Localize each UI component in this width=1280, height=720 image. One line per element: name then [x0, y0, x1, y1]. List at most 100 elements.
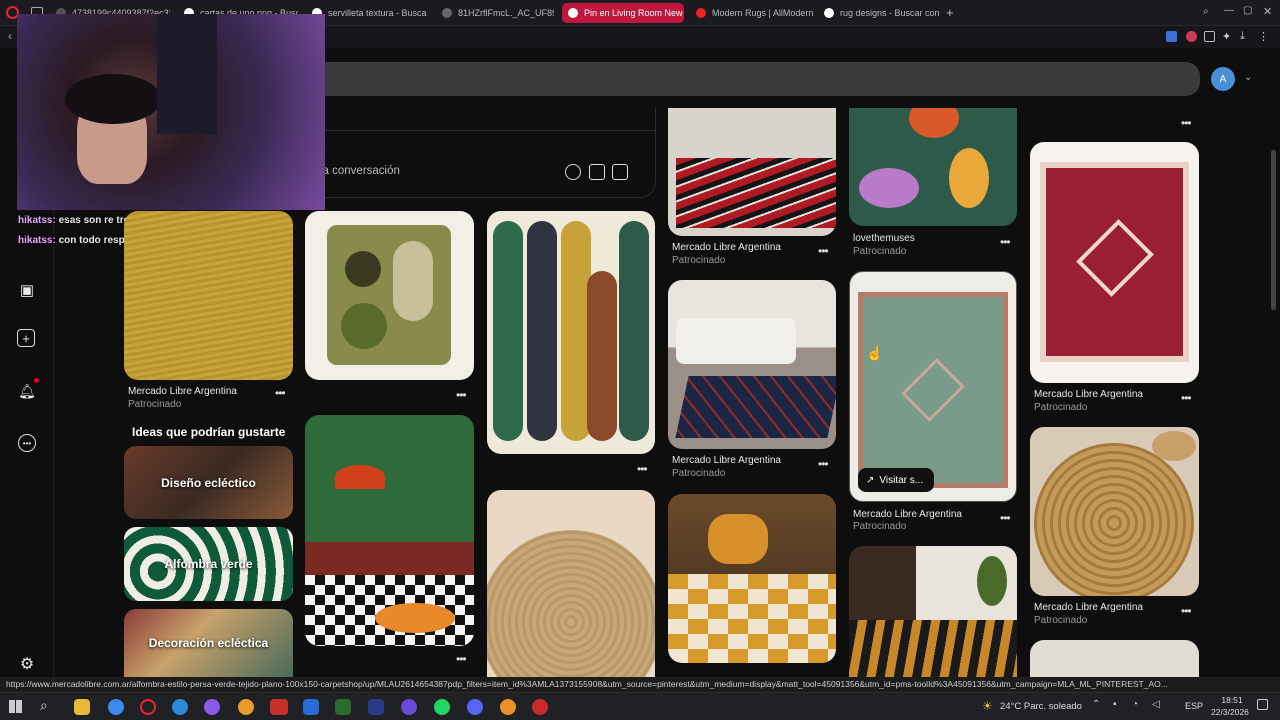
pin-image-green-persian-rug[interactable]: ↗ Visitar s...	[849, 271, 1017, 502]
minimize-icon[interactable]: —	[1224, 5, 1234, 16]
more-options-icon[interactable]: •••	[275, 386, 286, 400]
pin-image-koi-rug[interactable]	[849, 108, 1017, 226]
comment-input[interactable]: la conversación	[320, 165, 400, 177]
notification-center-icon[interactable]	[1257, 699, 1268, 710]
create-icon[interactable]: +	[17, 329, 35, 347]
messages-icon[interactable]: ▣	[18, 281, 36, 299]
extension-icon[interactable]	[1186, 31, 1197, 42]
clock-date[interactable]: 22/3/2026	[1205, 707, 1255, 717]
visit-site-button[interactable]: ↗ Visitar s...	[858, 468, 934, 492]
pin-image-round-jute-rug[interactable]	[1030, 427, 1199, 596]
idea-card[interactable]: Decoración ecléctica	[124, 609, 293, 677]
clock-time[interactable]: 18:51	[1214, 695, 1250, 705]
pin-image-geometric-rug[interactable]	[305, 211, 474, 380]
rug-circle	[341, 303, 387, 349]
video-editor-icon[interactable]	[270, 699, 288, 715]
avatar[interactable]: A	[1211, 67, 1235, 91]
pin-image-mustard-rug[interactable]	[124, 211, 293, 380]
app-icon[interactable]	[204, 699, 220, 715]
extension-icon[interactable]	[1166, 31, 1177, 42]
pin-image-striped-doormat[interactable]	[849, 546, 1017, 677]
pin-image-retro-room[interactable]	[305, 415, 474, 646]
notifications-icon[interactable]: 🔔︎	[18, 382, 36, 400]
more-options-icon[interactable]: •••	[818, 244, 829, 258]
pin-image-jute-rug[interactable]	[487, 490, 655, 677]
language-indicator[interactable]: ESP	[1185, 701, 1203, 711]
pin-source[interactable]: Mercado Libre Argentina	[672, 242, 781, 253]
new-tab-button[interactable]: +	[946, 5, 954, 20]
chrome-icon[interactable]	[108, 699, 124, 715]
pin-source[interactable]: Mercado Libre Argentina	[128, 386, 237, 397]
doormat	[849, 620, 1017, 677]
pin-image-red-persian-rug[interactable]	[1030, 142, 1199, 383]
more-options-icon[interactable]: •••	[456, 652, 467, 666]
sofa	[676, 318, 796, 364]
search-tabs-icon[interactable]: ⌕	[1203, 6, 1209, 17]
more-options-icon[interactable]: •••	[1000, 511, 1011, 525]
opera-icon[interactable]	[140, 699, 156, 715]
maximize-icon[interactable]: ▢	[1243, 5, 1252, 16]
settings-icon[interactable]: ⚙	[18, 655, 36, 673]
spotify-icon[interactable]	[434, 699, 450, 715]
puzzle-icon[interactable]: ✦	[1222, 30, 1231, 43]
more-options-icon[interactable]: •••	[1181, 116, 1192, 130]
close-window-icon[interactable]: ✕	[1263, 5, 1272, 18]
app-icon[interactable]	[401, 699, 417, 715]
more-options-icon[interactable]: •••	[456, 388, 467, 402]
tab-5-active[interactable]: Pin en Living Room New	[562, 3, 684, 23]
more-options-icon[interactable]: •••	[1000, 235, 1011, 249]
more-options-icon[interactable]: •••	[637, 462, 648, 476]
tab-6[interactable]: Modern Rugs | AllModern	[690, 3, 814, 23]
download-icon[interactable]: ⤓	[1240, 30, 1245, 43]
pin-source[interactable]: lovethemuses	[853, 233, 915, 244]
pin-image-striped-rug[interactable]	[668, 108, 836, 236]
pin-image-pill-rug[interactable]	[487, 211, 655, 454]
webcam-overlay	[17, 14, 325, 210]
obs-icon[interactable]	[532, 699, 548, 715]
emoji-icon[interactable]	[565, 164, 581, 180]
pin-image-partial[interactable]	[1030, 640, 1199, 677]
image-icon[interactable]	[612, 164, 628, 180]
pin-sponsored: Patrocinado	[1034, 615, 1088, 626]
pin-source[interactable]: Mercado Libre Argentina	[1034, 602, 1143, 613]
pin-image-navy-persian-rug[interactable]	[668, 280, 836, 449]
app-icon[interactable]	[335, 699, 351, 715]
tab-label: 81HZrflFmcL._AC_UF894,	[458, 8, 554, 18]
sticker-icon[interactable]	[589, 164, 605, 180]
chevron-up-icon[interactable]: ⌃	[1092, 699, 1100, 710]
visual-studio-icon[interactable]	[368, 699, 384, 715]
more-options-icon[interactable]: •••	[1181, 391, 1192, 405]
discord-icon[interactable]	[467, 699, 483, 715]
idea-card[interactable]: Alfombra verde	[124, 527, 293, 601]
page-scrollbar[interactable]	[1271, 150, 1276, 310]
photos-icon[interactable]	[303, 699, 319, 715]
rug-stripe	[493, 221, 523, 441]
pin-source[interactable]: Mercado Libre Argentina	[1034, 389, 1143, 400]
pin-sponsored: Patrocinado	[672, 468, 726, 479]
file-explorer-icon[interactable]	[74, 699, 90, 715]
volume-icon[interactable]: ◁	[1152, 699, 1160, 710]
chat-icon[interactable]: •••	[18, 434, 36, 452]
pin-sponsored: Patrocinado	[672, 255, 726, 266]
app-icon[interactable]	[500, 699, 516, 715]
edge-icon[interactable]	[172, 699, 188, 715]
tray-icon[interactable]: ▪	[1113, 699, 1117, 710]
back-icon[interactable]: ‹	[8, 29, 12, 43]
search-icon[interactable]: ⌕	[40, 697, 48, 714]
app-icon[interactable]	[238, 699, 254, 715]
more-options-icon[interactable]: •••	[1181, 604, 1192, 618]
plant	[977, 556, 1007, 606]
wifi-icon[interactable]: ◔	[1132, 699, 1138, 710]
more-options-icon[interactable]: •••	[818, 457, 829, 471]
idea-card[interactable]: Diseño ecléctico	[124, 446, 293, 519]
pin-source[interactable]: Mercado Libre Argentina	[853, 509, 962, 520]
weather-text[interactable]: 24°C Parc. soleado	[1000, 701, 1082, 712]
pin-image-shag-rug[interactable]	[668, 494, 836, 663]
menu-icon[interactable]: ⋮	[1258, 30, 1269, 43]
windows-start-icon[interactable]	[9, 700, 22, 713]
tab-4[interactable]: 81HZrflFmcL._AC_UF894,	[436, 3, 554, 23]
tab-7[interactable]: rug designs - Buscar con	[818, 3, 942, 23]
pin-source[interactable]: Mercado Libre Argentina	[672, 455, 781, 466]
extension-icon[interactable]	[1204, 31, 1215, 42]
chevron-down-icon[interactable]: ⌄	[1244, 72, 1252, 83]
